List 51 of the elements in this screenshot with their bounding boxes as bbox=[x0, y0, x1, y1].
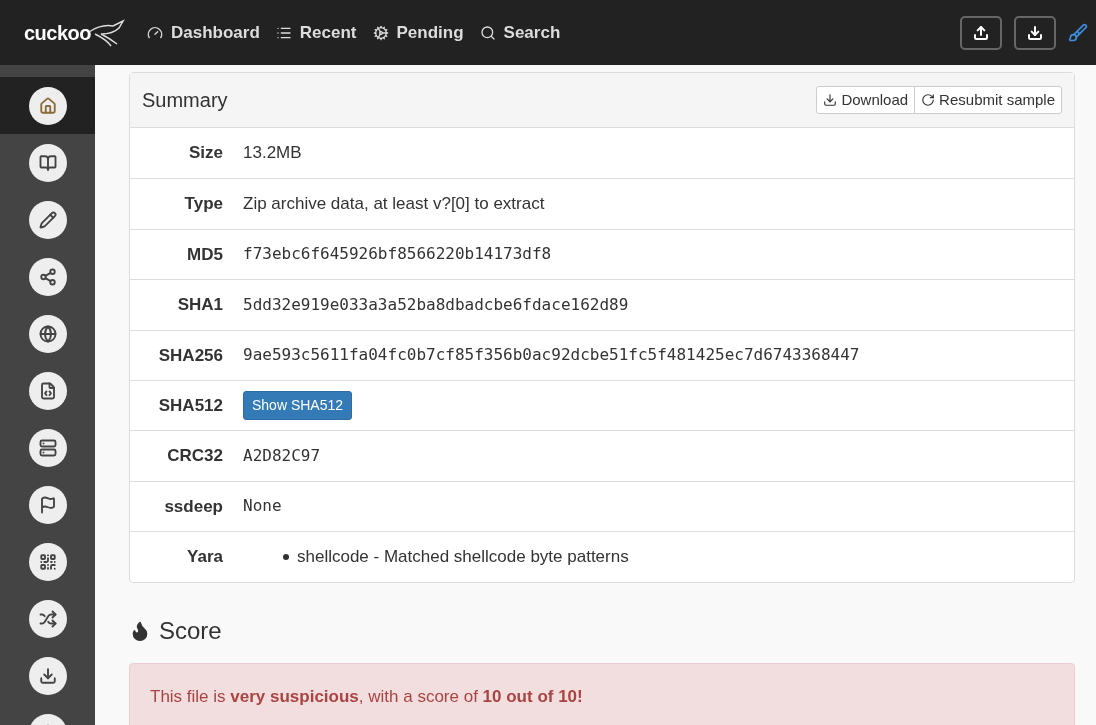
section-title: Score bbox=[159, 615, 222, 646]
yara-match: shellcode - Matched shellcode byte patterns bbox=[297, 546, 629, 569]
upload-button[interactable] bbox=[960, 15, 1002, 50]
server-icon bbox=[38, 438, 57, 457]
file-code-icon bbox=[38, 381, 57, 400]
hash-value: 9ae593c5611fa04fc0b7cf85f356b0ac92dcbe51fc5f481425ec7d6743368447 bbox=[243, 345, 860, 365]
download-icon bbox=[38, 666, 57, 685]
upload-icon bbox=[973, 24, 989, 41]
brush-icon[interactable] bbox=[1068, 22, 1088, 43]
row-label: MD5 bbox=[186, 243, 223, 266]
download-icon bbox=[823, 93, 838, 107]
hash-value: A2D82C97 bbox=[243, 446, 321, 466]
row-label: SHA256 bbox=[157, 344, 223, 367]
refresh-icon bbox=[921, 93, 936, 107]
row-label: SHA512 bbox=[157, 394, 223, 417]
nav-link[interactable]: Search bbox=[479, 19, 561, 46]
bullet-icon bbox=[283, 553, 289, 560]
row-label: Size bbox=[187, 142, 223, 165]
row-label: Type bbox=[183, 193, 223, 216]
book-icon bbox=[38, 153, 57, 172]
dashboard-icon bbox=[147, 24, 164, 41]
sidebar-item[interactable] bbox=[0, 77, 95, 134]
hash-value: None bbox=[243, 496, 282, 516]
download-icon bbox=[1027, 24, 1043, 41]
row-label: ssdeep bbox=[163, 495, 223, 518]
download-button[interactable] bbox=[1014, 15, 1056, 50]
flag-icon bbox=[38, 495, 57, 514]
show-button[interactable]: Show SHA512 bbox=[243, 391, 353, 421]
search-icon bbox=[479, 24, 496, 41]
hash-value: 5dd32e919e033a3a52ba8dbadcbe6fdace162d89 bbox=[243, 294, 629, 314]
qr-code-icon bbox=[38, 552, 57, 571]
resubmit-button[interactable]: Resubmit sample bbox=[914, 86, 1062, 114]
globe-icon bbox=[38, 324, 57, 343]
row-label: SHA1 bbox=[176, 294, 223, 317]
field-value: 13.2MB bbox=[243, 143, 302, 163]
nav-link[interactable]: Dashboard bbox=[147, 19, 260, 46]
gears-icon bbox=[372, 24, 389, 41]
row-label: CRC32 bbox=[166, 445, 223, 468]
field-value: Zip archive data, at least v?[0] to extract bbox=[243, 194, 545, 214]
nav-link[interactable]: Pending bbox=[372, 19, 464, 46]
nav-link[interactable]: Recent bbox=[275, 19, 357, 46]
shuffle-icon bbox=[38, 609, 57, 628]
logo[interactable]: cuckoo bbox=[24, 17, 92, 48]
home-icon bbox=[38, 96, 57, 115]
row-label: Yara bbox=[186, 546, 223, 569]
share-icon bbox=[38, 267, 57, 286]
panel-title: Summary bbox=[142, 88, 228, 113]
alert-message: This file is very suspicious, with a score of 10 out of 10! bbox=[150, 685, 583, 708]
hash-value: f73ebc6f645926bf8566220b14173df8 bbox=[243, 244, 552, 264]
download-button[interactable]: Download bbox=[816, 86, 916, 114]
pencil-icon bbox=[38, 210, 57, 229]
